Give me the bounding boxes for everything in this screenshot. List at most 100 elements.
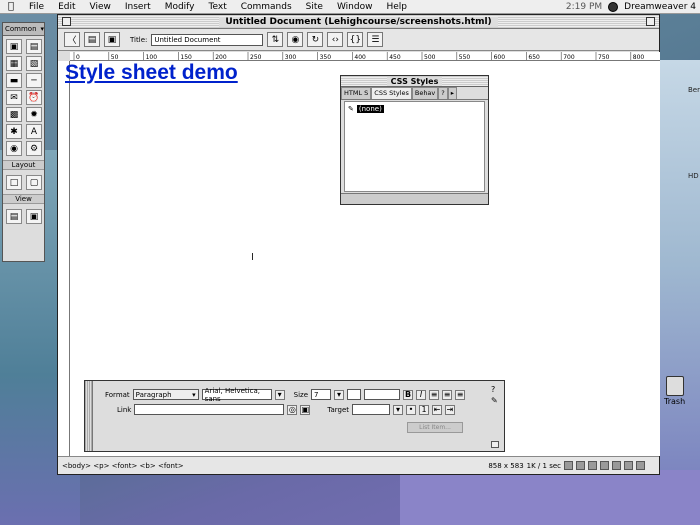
- standard-view-icon[interactable]: ▤: [6, 209, 22, 224]
- insert-tabular-data-icon[interactable]: ▧: [26, 56, 42, 71]
- help-icon[interactable]: ?: [438, 87, 448, 99]
- align-right-icon[interactable]: ≡: [455, 389, 466, 400]
- file-management-icon[interactable]: ⇅: [267, 32, 284, 47]
- insert-fireworks-icon[interactable]: ✹: [26, 107, 42, 122]
- insert-flash-icon[interactable]: ✱: [6, 124, 22, 139]
- preview-browser-icon[interactable]: ◉: [287, 32, 304, 47]
- apple-menu-icon[interactable]: : [0, 1, 22, 12]
- insert-shockwave-icon[interactable]: ◉: [6, 141, 22, 156]
- menu-edit[interactable]: Edit: [51, 2, 82, 12]
- insert-flash-text-icon[interactable]: A: [26, 124, 42, 139]
- quick-tag-editor-icon[interactable]: ✎: [491, 396, 498, 405]
- application-menu[interactable]: Dreamweaver 4: [624, 2, 696, 12]
- bold-button[interactable]: B: [403, 389, 414, 400]
- html-styles-icon[interactable]: [588, 461, 597, 470]
- target-dropdown-icon[interactable]: ▾: [393, 404, 403, 415]
- unordered-list-icon[interactable]: •: [406, 404, 416, 415]
- download-time: 1K / 1 sec: [526, 461, 561, 470]
- expand-arrow-icon[interactable]: [491, 441, 499, 448]
- color-swatch[interactable]: [347, 389, 362, 400]
- size-label: Size: [293, 390, 309, 399]
- assets-icon[interactable]: [576, 461, 585, 470]
- insert-date-icon[interactable]: ⏰: [26, 90, 42, 105]
- css-panel-title-bar[interactable]: CSS Styles: [341, 76, 488, 87]
- font-dropdown-icon[interactable]: ▾: [274, 389, 285, 400]
- menu-view[interactable]: View: [83, 2, 118, 12]
- format-select[interactable]: Paragraph: [132, 389, 199, 400]
- site-launcher-icon[interactable]: [564, 461, 573, 470]
- design-view-icon[interactable]: ▣: [104, 32, 120, 47]
- history-icon[interactable]: [624, 461, 633, 470]
- insert-plugin-icon[interactable]: ⚙: [26, 141, 42, 156]
- menu-modify[interactable]: Modify: [158, 2, 202, 12]
- refresh-icon[interactable]: ↻: [307, 32, 324, 47]
- align-left-icon[interactable]: ≡: [429, 389, 440, 400]
- application-icon[interactable]: [608, 1, 619, 12]
- outdent-icon[interactable]: ⇤: [432, 404, 442, 415]
- point-to-file-icon[interactable]: ◎: [287, 404, 298, 415]
- target-select[interactable]: [352, 404, 390, 415]
- status-bar: <body> <p> <font> <b> <font> 858 x 583 1…: [58, 456, 659, 474]
- reference-icon[interactable]: ‹›: [327, 32, 344, 47]
- size-dropdown-icon[interactable]: ▾: [334, 389, 345, 400]
- view-options-icon[interactable]: ☰: [367, 32, 384, 47]
- indent-icon[interactable]: ⇥: [445, 404, 455, 415]
- menu-bar:  File Edit View Insert Modify Text Comm…: [0, 0, 700, 14]
- ruler-tick-label: 600: [494, 54, 506, 61]
- menu-commands[interactable]: Commands: [234, 2, 299, 12]
- color-field[interactable]: [364, 389, 401, 400]
- tag-selector[interactable]: <body> <p> <font> <b> <font>: [62, 462, 184, 470]
- list-item-button[interactable]: List Item...: [407, 422, 463, 433]
- insert-rule-icon[interactable]: ─: [26, 73, 42, 88]
- horizontal-ruler: 0 50 100 150 200 250 300 350 400 450 500 550 600 650 7…: [70, 52, 660, 61]
- code-navigation-icon[interactable]: {}: [347, 32, 364, 47]
- menu-window[interactable]: Window: [330, 2, 380, 12]
- insert-navbar-icon[interactable]: ▬: [6, 73, 22, 88]
- document-title-input[interactable]: Untitled Document: [151, 33, 264, 46]
- trash-icon[interactable]: Trash: [664, 376, 685, 406]
- tab-html-styles[interactable]: HTML S: [341, 87, 372, 99]
- menu-file[interactable]: File: [22, 2, 51, 12]
- inspector-drag-bar[interactable]: [85, 381, 93, 451]
- browse-folder-icon[interactable]: ▣: [300, 404, 311, 415]
- insert-image-icon[interactable]: ▣: [6, 39, 22, 54]
- insert-rollover-icon[interactable]: ▤: [26, 39, 42, 54]
- document-title-bar[interactable]: Untitled Document (Lehighcourse/screensh…: [58, 15, 659, 29]
- code-view-icon[interactable]: 〈: [64, 32, 80, 47]
- help-icon[interactable]: ?: [491, 385, 495, 394]
- panel-menu-arrow-icon[interactable]: ▸: [447, 87, 457, 99]
- css-styles-icon[interactable]: [600, 461, 609, 470]
- draw-layout-table-icon[interactable]: ▢: [26, 175, 42, 190]
- page-heading[interactable]: Style sheet demo: [65, 61, 238, 85]
- ruler-tick-label: 0: [76, 54, 80, 61]
- ruler-tick-label: 800: [633, 54, 645, 61]
- code-inspector-icon[interactable]: [636, 461, 645, 470]
- tab-css-styles[interactable]: CSS Styles: [371, 87, 412, 99]
- size-field[interactable]: 7: [311, 389, 332, 400]
- close-icon[interactable]: [62, 17, 71, 26]
- insert-table-icon[interactable]: ▦: [6, 56, 22, 71]
- layout-view-icon[interactable]: ▣: [26, 209, 42, 224]
- ruler-tick-label: 250: [250, 54, 262, 61]
- ordered-list-icon[interactable]: 1: [419, 404, 429, 415]
- insert-server-include-icon[interactable]: ▩: [6, 107, 22, 122]
- menu-site[interactable]: Site: [299, 2, 330, 12]
- palette-section-view: View: [3, 194, 44, 204]
- menu-text[interactable]: Text: [202, 2, 234, 12]
- list-item[interactable]: ✎ (none): [348, 105, 484, 113]
- font-select[interactable]: Arial, Helvetica, sans: [201, 387, 272, 403]
- link-input[interactable]: [134, 404, 285, 415]
- window-size[interactable]: 858 x 583: [488, 462, 523, 470]
- menu-help[interactable]: Help: [379, 2, 414, 12]
- menu-insert[interactable]: Insert: [118, 2, 158, 12]
- italic-button[interactable]: I: [416, 389, 427, 400]
- zoom-icon[interactable]: [646, 17, 655, 26]
- behaviors-icon[interactable]: [612, 461, 621, 470]
- tab-behaviors[interactable]: Behav: [411, 87, 439, 99]
- draw-layout-cell-icon[interactable]: □: [6, 175, 22, 190]
- palette-section-layout: Layout: [3, 160, 44, 170]
- palette-category-select[interactable]: Common ▾: [3, 23, 44, 36]
- split-view-icon[interactable]: ▤: [84, 32, 100, 47]
- insert-email-icon[interactable]: ✉: [6, 90, 22, 105]
- align-center-icon[interactable]: ≡: [442, 389, 453, 400]
